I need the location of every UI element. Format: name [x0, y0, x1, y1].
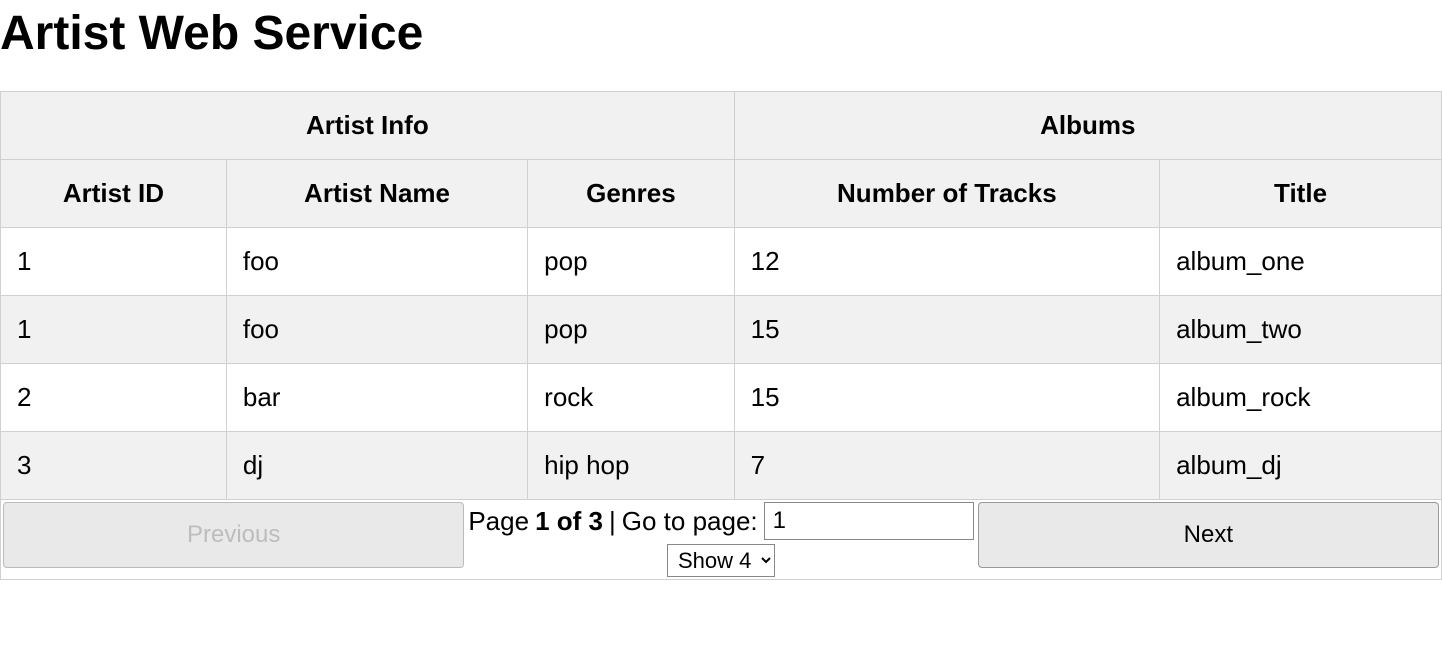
table-row: 3 dj hip hop 7 album_dj	[1, 432, 1442, 500]
group-header-albums: Albums	[734, 92, 1441, 160]
table-row: 2 bar rock 15 album_rock	[1, 364, 1442, 432]
cell-tracks: 15	[734, 296, 1159, 364]
previous-button[interactable]: Previous	[3, 502, 464, 568]
cell-artist-name: foo	[226, 228, 527, 296]
cell-artist-id: 3	[1, 432, 227, 500]
page-current-total: 1 of 3	[535, 506, 603, 537]
cell-genres: hip hop	[528, 432, 734, 500]
cell-title: album_rock	[1160, 364, 1442, 432]
next-button[interactable]: Next	[978, 502, 1439, 568]
page-size-select[interactable]: Show 4	[667, 544, 775, 577]
col-artist-id: Artist ID	[1, 160, 227, 228]
cell-tracks: 12	[734, 228, 1159, 296]
col-genres: Genres	[528, 160, 734, 228]
goto-page-label: Go to page:	[622, 506, 758, 537]
pagination-bar: Previous Page 1 of 3 | Go to page: Show …	[0, 500, 1442, 580]
artist-table: Artist Info Albums Artist ID Artist Name…	[0, 91, 1442, 500]
cell-artist-id: 2	[1, 364, 227, 432]
cell-title: album_two	[1160, 296, 1442, 364]
cell-title: album_dj	[1160, 432, 1442, 500]
col-title: Title	[1160, 160, 1442, 228]
cell-genres: rock	[528, 364, 734, 432]
cell-artist-name: dj	[226, 432, 527, 500]
cell-artist-name: bar	[226, 364, 527, 432]
cell-artist-name: foo	[226, 296, 527, 364]
page-separator: |	[609, 506, 616, 537]
col-artist-name: Artist Name	[226, 160, 527, 228]
cell-genres: pop	[528, 296, 734, 364]
table-row: 1 foo pop 12 album_one	[1, 228, 1442, 296]
cell-tracks: 7	[734, 432, 1159, 500]
col-number-of-tracks: Number of Tracks	[734, 160, 1159, 228]
cell-artist-id: 1	[1, 228, 227, 296]
table-row: 1 foo pop 15 album_two	[1, 296, 1442, 364]
goto-page-input[interactable]	[764, 502, 974, 540]
page-label: Page	[468, 506, 529, 537]
cell-title: album_one	[1160, 228, 1442, 296]
group-header-artist-info: Artist Info	[1, 92, 735, 160]
pagination-center: Page 1 of 3 | Go to page: Show 4	[464, 502, 977, 577]
cell-artist-id: 1	[1, 296, 227, 364]
page-title: Artist Web Service	[0, 6, 1442, 61]
cell-tracks: 15	[734, 364, 1159, 432]
cell-genres: pop	[528, 228, 734, 296]
